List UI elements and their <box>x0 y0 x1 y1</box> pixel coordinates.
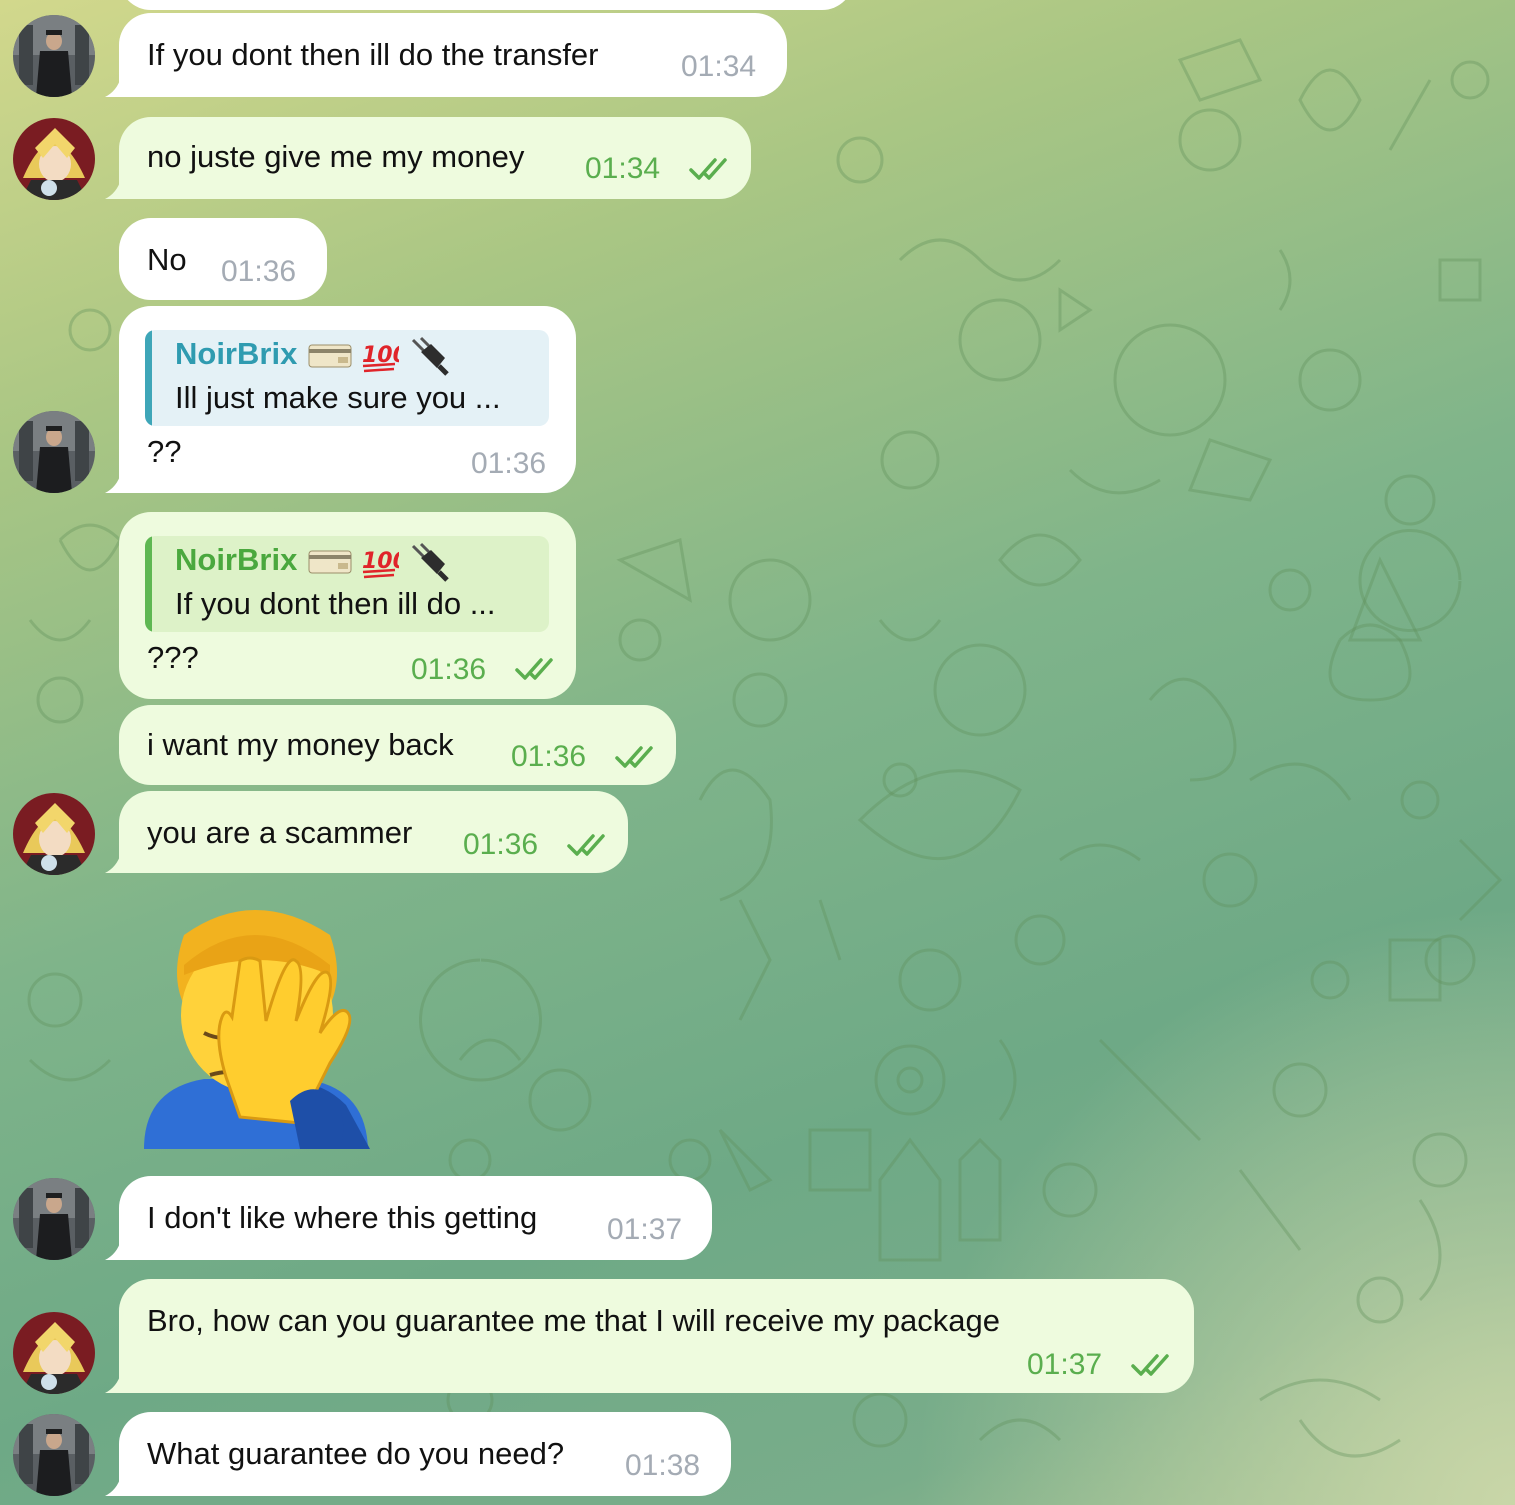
avatar[interactable] <box>13 118 95 200</box>
message-time: 01:36 <box>471 447 547 480</box>
avatar[interactable] <box>13 1414 95 1496</box>
bubble-tail <box>105 1476 121 1496</box>
reply-quote[interactable]: NoirBrix 100 Ill just make sure you ... <box>145 330 549 426</box>
message-text: I don't like where this getting <box>147 1200 538 1235</box>
credit-card-icon <box>308 344 352 368</box>
message-time: 01:36 <box>463 828 539 861</box>
message-time: 01:36 <box>221 255 297 288</box>
avatar[interactable] <box>13 1312 95 1394</box>
reply-quote[interactable]: NoirBrix 100 If you dont then ill do ... <box>145 536 549 632</box>
blond-anime-avatar-icon <box>13 118 95 200</box>
name-emojis: 100 <box>308 542 451 582</box>
message-text: ??? <box>147 640 199 675</box>
double-check-icon <box>1131 1354 1169 1376</box>
message-bubble[interactable]: If you dont then ill do the transfer 01:… <box>105 13 787 97</box>
message-bubble[interactable]: Bro, how can you guarantee me that I wil… <box>105 1279 1194 1393</box>
bubble-tail <box>105 1240 121 1260</box>
reply-author: NoirBrix 100 <box>175 542 451 582</box>
reply-text: If you dont then ill do ... <box>175 586 496 621</box>
double-check-icon <box>567 834 605 856</box>
double-check-icon <box>515 658 553 680</box>
message-bubble[interactable]: What guarantee do you need? 01:38 <box>105 1412 731 1496</box>
message-bubble[interactable]: I don't like where this getting 01:37 <box>105 1176 712 1260</box>
avatar[interactable] <box>13 411 95 493</box>
message-time: 01:36 <box>411 653 487 686</box>
electric-plug-icon <box>412 336 449 376</box>
blond-anime-avatar-icon <box>13 1312 95 1394</box>
bubble-tail <box>105 853 121 873</box>
avatar[interactable] <box>13 1178 95 1260</box>
message-bubble[interactable]: NoirBrix 100 If you dont then ill do ...… <box>119 512 576 699</box>
hundred-points-icon: 100 <box>362 343 408 373</box>
message-time: 01:37 <box>1027 1348 1103 1381</box>
reply-author: NoirBrix 100 <box>175 336 451 376</box>
reply-text: Ill just make sure you ... <box>175 380 501 415</box>
message-bubble-partial[interactable] <box>119 0 854 10</box>
man-in-coat-avatar-icon <box>13 411 95 493</box>
message-bubble[interactable]: i want my money back 01:36 <box>119 705 676 785</box>
bubble-tail <box>105 179 121 199</box>
message-text: No <box>147 242 187 277</box>
message-time: 01:38 <box>625 1449 701 1482</box>
facepalm-emoji-sticker[interactable] <box>140 905 372 1153</box>
message-text: i want my money back <box>147 727 454 762</box>
message-time: 01:34 <box>681 50 757 83</box>
message-bubble[interactable]: NoirBrix 100 Ill just make sure you ... … <box>105 306 576 493</box>
man-in-coat-avatar-icon <box>13 1178 95 1260</box>
message-time: 01:37 <box>607 1213 683 1246</box>
reply-bar <box>145 536 152 632</box>
credit-card-icon <box>308 550 352 574</box>
message-bubble[interactable]: No 01:36 <box>119 218 327 300</box>
message-bubble[interactable]: no juste give me my money 01:34 <box>105 117 751 199</box>
reply-bar <box>145 330 152 426</box>
message-bubble[interactable]: you are a scammer 01:36 <box>105 791 628 873</box>
electric-plug-icon <box>412 542 449 582</box>
bubble-tail <box>105 1373 121 1393</box>
blond-anime-avatar-icon <box>13 793 95 875</box>
avatar[interactable] <box>13 15 95 97</box>
message-text: Bro, how can you guarantee me that I wil… <box>147 1303 1000 1338</box>
message-text: ?? <box>147 434 182 469</box>
man-in-coat-avatar-icon <box>13 1414 95 1496</box>
double-check-icon <box>615 746 653 768</box>
bubble-tail <box>105 473 121 493</box>
message-text: What guarantee do you need? <box>147 1436 565 1471</box>
double-check-icon <box>689 158 727 180</box>
message-text: you are a scammer <box>147 815 413 850</box>
man-in-coat-avatar-icon <box>13 15 95 97</box>
avatar[interactable] <box>13 793 95 875</box>
message-text: no juste give me my money <box>147 139 525 174</box>
bubble-tail <box>105 77 121 97</box>
message-text: If you dont then ill do the transfer <box>147 37 599 72</box>
message-time: 01:36 <box>511 740 587 773</box>
message-time: 01:34 <box>585 152 661 185</box>
name-emojis: 100 <box>308 336 451 376</box>
hundred-points-icon: 100 <box>362 549 408 579</box>
